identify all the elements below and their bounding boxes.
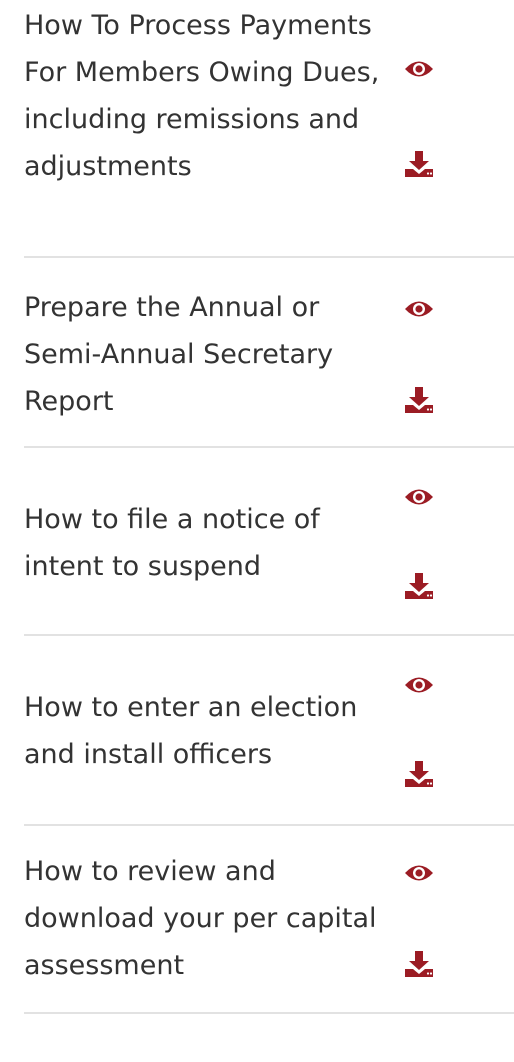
document-title: How to enter an election and install off… [24, 692, 358, 770]
download-icon[interactable] [399, 386, 439, 414]
list-item: How to enter an election and install off… [24, 636, 514, 824]
document-title: Prepare the Annual or Semi-Annual Secret… [24, 292, 334, 417]
document-title: How To Process Payments For Members Owin… [24, 10, 380, 182]
eye-icon[interactable] [399, 862, 439, 884]
download-icon[interactable] [399, 150, 439, 178]
eye-icon[interactable] [399, 486, 439, 508]
eye-icon[interactable] [399, 58, 439, 80]
divider [24, 1012, 514, 1014]
list-item: Prepare the Annual or Semi-Annual Secret… [24, 258, 514, 446]
download-icon[interactable] [399, 572, 439, 600]
eye-icon[interactable] [399, 298, 439, 320]
document-title: How to file a notice of intent to suspen… [24, 504, 320, 582]
list-item: How to file a notice of intent to suspen… [24, 448, 514, 634]
download-icon[interactable] [399, 950, 439, 978]
list-item: How To Process Payments For Members Owin… [24, 0, 514, 256]
document-title: How to review and download your per capi… [24, 856, 377, 981]
eye-icon[interactable] [399, 674, 439, 696]
list-item: How to review and download your per capi… [24, 826, 514, 1012]
download-icon[interactable] [399, 760, 439, 788]
